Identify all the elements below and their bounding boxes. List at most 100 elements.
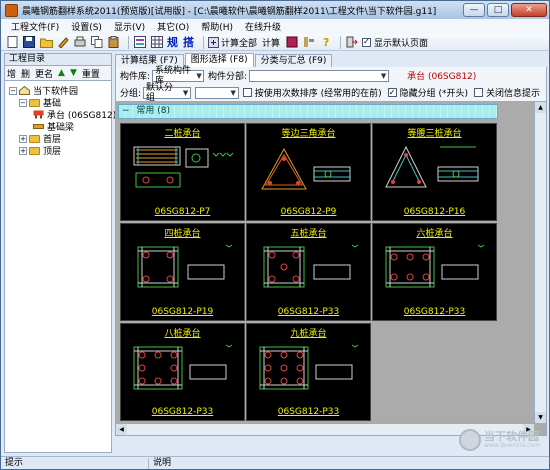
close-button[interactable]: ✕ xyxy=(511,3,547,17)
calc-all-button[interactable]: 计算全部 xyxy=(208,36,257,49)
hide-group-option[interactable]: ✓ 隐藏分组 (*开头) xyxy=(387,86,468,99)
show-default-page-checkbox[interactable]: ✓ xyxy=(362,37,372,47)
delete-node-button[interactable]: 删 xyxy=(21,67,30,80)
component-card[interactable]: 二桩承台 06SG812-P7 xyxy=(120,123,245,221)
folder-icon xyxy=(29,98,40,107)
show-default-page-label: 显示默认页面 xyxy=(374,38,429,49)
component-card[interactable]: 六桩承台 06SG812-P33 xyxy=(372,223,497,321)
sort-by-usage-option[interactable]: 按使用次数排序 (经常用的在前) xyxy=(242,86,382,99)
toolbar-separator xyxy=(340,35,342,49)
secondary-select[interactable]: ▼ xyxy=(194,86,239,99)
toolbar-separator xyxy=(203,35,204,49)
component-card[interactable]: 五桩承台 06SG812-P33 xyxy=(246,223,371,321)
four-pile-cap-drawing xyxy=(137,244,233,288)
sort-by-usage-label: 按使用次数排序 (经常用的在前) xyxy=(254,89,382,99)
close-info-option[interactable]: 关闭信息提示 xyxy=(473,86,540,99)
help-icon[interactable]: ? xyxy=(319,36,333,49)
chevron-down-icon: ▼ xyxy=(182,88,189,97)
component-lib-label: 构件库: xyxy=(120,72,151,82)
component-card[interactable]: 四桩承台 06SG812-P19 xyxy=(120,223,245,321)
card-code: 06SG812-P7 xyxy=(154,207,211,217)
component-filter-row: 构件库: 系统构件库 ▼ 构件分部: ▼ 承台 (06SG812) xyxy=(115,66,547,86)
card-code: 06SG812-P33 xyxy=(403,307,466,317)
group-select[interactable]: 默认分组 ▼ xyxy=(143,83,191,103)
expand-icon[interactable]: + xyxy=(19,146,27,155)
menu-help[interactable]: 帮助(H) xyxy=(195,20,239,33)
open-folder-icon[interactable] xyxy=(39,36,53,49)
move-down-icon[interactable]: ▼ xyxy=(70,68,77,78)
rename-node-button[interactable]: 更名 xyxy=(35,67,53,80)
pick-button[interactable]: 搭 xyxy=(183,34,194,50)
sort-by-usage-checkbox[interactable] xyxy=(242,88,252,97)
status-description: 说明 xyxy=(153,457,172,468)
folder-icon xyxy=(29,134,40,143)
expand-icon[interactable]: + xyxy=(19,134,27,143)
menu-settings[interactable]: 设置(S) xyxy=(65,20,108,33)
tab-classify-summary[interactable]: 分类与汇总 (F9) xyxy=(254,54,333,67)
tree-node-top-floor[interactable]: + 顶层 xyxy=(19,144,61,157)
scroll-left-icon[interactable]: ◀ xyxy=(116,424,127,435)
menu-other[interactable]: 其它(O) xyxy=(151,20,195,33)
watermark-logo: 当下软件园 www.downxia.com xyxy=(459,425,547,455)
main-panel: 计算结果 (F7) 图形选择 (F8) 分类与汇总 (F9) 构件库: 系统构件… xyxy=(115,53,547,453)
exit-icon[interactable] xyxy=(345,36,359,49)
collapse-icon[interactable]: − xyxy=(19,98,27,107)
toolbar-separator xyxy=(128,35,129,49)
add-node-button[interactable]: 增 xyxy=(7,67,16,80)
nine-pile-cap-drawing xyxy=(259,344,359,390)
rules-button[interactable]: 规 xyxy=(167,34,178,50)
save-icon[interactable] xyxy=(22,36,36,49)
card-code: 06SG812-P33 xyxy=(277,407,340,417)
scroll-down-icon[interactable]: ▼ xyxy=(535,412,546,423)
directory-toolbar: 增 删 更名 ▲ ▼ 重置 xyxy=(4,66,112,80)
edit-icon[interactable] xyxy=(56,36,70,49)
group-header[interactable]: − 常用 (8) xyxy=(118,104,498,119)
collapse-icon[interactable]: − xyxy=(122,106,130,116)
app-logo-icon xyxy=(5,3,18,17)
paste-icon[interactable] xyxy=(107,36,121,49)
component-card[interactable]: 等腰三桩承台 06SG812-P16 xyxy=(372,123,497,221)
minimize-button[interactable]: — xyxy=(463,3,485,17)
close-info-checkbox[interactable] xyxy=(473,88,483,97)
hide-group-label: 隐藏分组 (*开头) xyxy=(399,89,468,99)
component-category-label: 构件分部: xyxy=(208,72,248,82)
house-icon xyxy=(19,86,30,95)
show-default-page-option[interactable]: ✓ 显示默认页面 xyxy=(362,36,428,49)
component-card[interactable]: 八桩承台 06SG812-P33 xyxy=(120,323,245,421)
component-lib-select[interactable]: 系统构件库 ▼ xyxy=(152,66,205,86)
collapse-icon[interactable]: − xyxy=(9,86,17,95)
book-icon[interactable] xyxy=(285,36,299,49)
new-file-icon[interactable] xyxy=(5,36,19,49)
tree-node-label: 顶层 xyxy=(43,147,62,157)
menu-file[interactable]: 工程文件(F) xyxy=(5,20,65,33)
project-tree: − 当下软件园 − 基础 承台 (06SG812) 基础梁 + 首层 + 顶层 xyxy=(4,80,116,453)
print-icon[interactable] xyxy=(73,36,87,49)
copy-icon[interactable] xyxy=(90,36,104,49)
calc-all-label: 计算全部 xyxy=(221,38,258,49)
calc-button[interactable]: 计算 xyxy=(262,36,280,49)
calculator-icon xyxy=(208,36,219,48)
hide-group-checkbox[interactable]: ✓ xyxy=(387,88,397,97)
card-code: 06SG812-P16 xyxy=(403,207,466,217)
pile-cap-icon xyxy=(33,110,44,119)
sheet-icon[interactable] xyxy=(133,36,147,49)
reset-button[interactable]: 重置 xyxy=(82,67,100,80)
menu-view[interactable]: 显示(V) xyxy=(108,20,151,33)
menu-online-upgrade[interactable]: 在线升级 xyxy=(239,20,287,33)
close-info-label: 关闭信息提示 xyxy=(485,89,540,99)
scroll-up-icon[interactable]: ▲ xyxy=(535,102,546,113)
svg-text:?: ? xyxy=(323,36,329,48)
grid-icon[interactable] xyxy=(150,36,164,49)
project-directory-panel: 工程目录 增 删 更名 ▲ ▼ 重置 − 当下软件园 − 基础 承台 (06SG… xyxy=(4,53,116,453)
app-window: 晨曦钢筋翻样系统2011(预览版)[试用版] - [C:\晨曦软件\晨曦钢筋翻样… xyxy=(0,0,550,470)
card-code: 06SG812-P19 xyxy=(151,307,214,317)
group-value: 默认分组 xyxy=(146,82,174,103)
component-category-select[interactable]: ▼ xyxy=(249,69,390,82)
vertical-scrollbar[interactable]: ▲ ▼ xyxy=(534,102,546,423)
tab-graphic-select[interactable]: 图形选择 (F8) xyxy=(184,53,254,67)
tools-icon[interactable] xyxy=(302,36,316,49)
maximize-button[interactable]: □ xyxy=(487,3,509,17)
component-card[interactable]: 等边三角承台 06SG812-P9 xyxy=(246,123,371,221)
component-card[interactable]: 九桩承台 06SG812-P33 xyxy=(246,323,371,421)
move-up-icon[interactable]: ▲ xyxy=(58,68,65,78)
